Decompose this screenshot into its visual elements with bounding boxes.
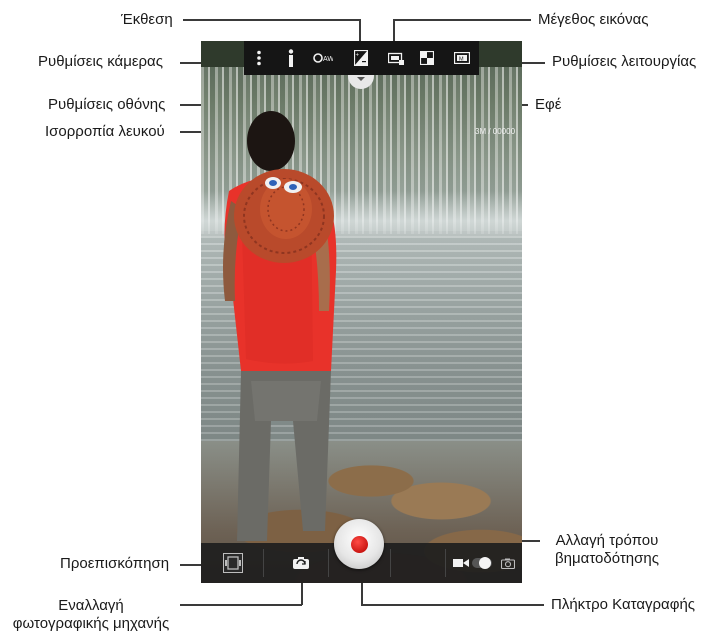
switch-camera-icon <box>293 557 309 569</box>
toolbar-divider <box>263 549 264 577</box>
camera-viewfinder[interactable]: AW + M 3M / 00000 <box>201 41 522 583</box>
toolbar-divider <box>328 549 329 577</box>
callout-effect: Εφέ <box>535 96 562 113</box>
callout-switch-camera-line1: Εναλλαγή <box>58 597 124 614</box>
video-mode-icon <box>453 559 469 567</box>
leader-line <box>361 604 544 606</box>
record-shutter-button[interactable] <box>334 519 384 569</box>
image-size-button[interactable] <box>381 41 411 75</box>
camera-settings-button[interactable] <box>244 41 274 75</box>
white-balance-glyph: AW <box>323 56 333 63</box>
callout-mode-settings: Ρυθμίσεις λειτουργίας <box>552 53 697 70</box>
info-icon <box>288 49 294 67</box>
exposure-button[interactable]: + <box>346 41 376 75</box>
white-balance-auto-icon: AW <box>313 53 333 63</box>
preview-thumbnail-icon <box>223 553 243 573</box>
chevron-down-icon <box>357 77 365 81</box>
callout-switch-camera-line2: φωτογραφικής μηχανής <box>12 615 170 632</box>
more-vert-icon <box>257 50 261 66</box>
callout-record-button: Πλήκτρο Καταγραφής <box>551 596 696 613</box>
white-balance-button[interactable]: AW <box>308 41 338 75</box>
video-mode-indicator[interactable] <box>451 543 471 583</box>
photo-mode-indicator[interactable] <box>499 543 517 583</box>
camera-mode-toggle[interactable] <box>472 557 492 569</box>
switch-camera-button[interactable] <box>281 543 321 583</box>
leader-line <box>393 19 531 21</box>
effect-icon <box>420 51 434 65</box>
svg-text:M: M <box>459 56 464 62</box>
leader-line <box>301 580 303 605</box>
callout-white-balance: Ισορροπία λευκού <box>45 123 165 140</box>
camera-top-toolbar: AW + M <box>244 41 479 75</box>
shutter-record-icon <box>350 535 368 553</box>
leader-line <box>180 604 302 606</box>
effect-button[interactable] <box>412 41 442 75</box>
callout-switch-camera: Εναλλαγή φωτογραφικής μηχανής <box>2 597 180 633</box>
toggle-knob <box>479 557 491 569</box>
callout-screen-settings: Ρυθμίσεις οθόνης <box>48 96 166 113</box>
callout-switch-mode-line1: Αλλαγή τρόπου <box>555 532 659 549</box>
callout-exposure: Έκθεση <box>121 11 173 28</box>
exposure-icon: + <box>354 50 368 66</box>
screen-settings-button[interactable] <box>276 41 306 75</box>
image-size-icon <box>388 52 404 65</box>
callout-camera-settings: Ρυθμίσεις κάμερας <box>38 53 163 70</box>
callout-switch-mode: Αλλαγή τρόπου βηματοδότησης <box>545 532 669 568</box>
leader-line <box>183 19 360 21</box>
mode-settings-button[interactable]: M <box>447 41 477 75</box>
resolution-counter: 3M / 00000 <box>475 127 516 136</box>
svg-text:+: + <box>356 53 360 59</box>
preview-button[interactable] <box>211 543 255 583</box>
person-subject <box>223 111 337 541</box>
callout-switch-mode-line2: βηματοδότησης <box>555 550 659 567</box>
callout-preview: Προεπισκόπηση <box>60 555 170 572</box>
photo-mode-icon <box>501 558 515 569</box>
callout-image-size: Μέγεθος εικόνας <box>538 11 649 28</box>
scene-mode-icon: M <box>454 52 470 64</box>
toolbar-divider <box>445 549 446 577</box>
toolbar-divider <box>390 549 391 577</box>
